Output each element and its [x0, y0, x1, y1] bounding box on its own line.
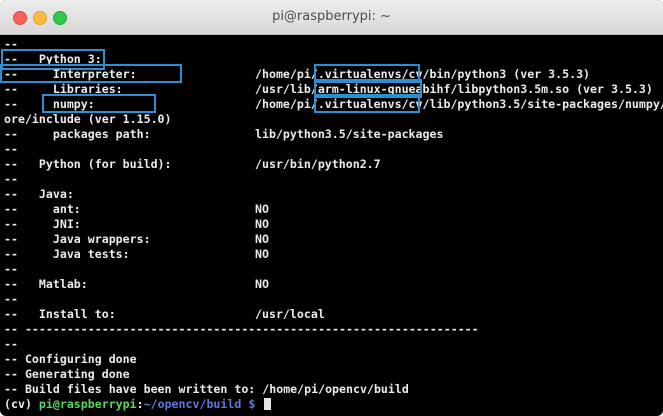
window-title: pi@raspberrypi: ~ [272, 9, 391, 24]
text-cursor [264, 398, 272, 410]
arm-linux-highlight [314, 79, 422, 98]
virtualenvs-highlight-2 [314, 94, 420, 113]
title-bar[interactable]: pi@raspberrypi: ~ [0, 0, 663, 35]
prompt-user-host: pi@raspberrypi [38, 397, 137, 411]
virtualenvs-highlight-1 [314, 64, 420, 83]
python3-highlight: -- Python 3: [1, 49, 105, 70]
numpy-highlight [42, 94, 156, 113]
prompt-path: ~/opencv/build $ [143, 397, 256, 411]
prompt-separator: : [136, 397, 144, 411]
interpreter-highlight [0, 64, 182, 83]
terminal-output[interactable]: -- -- Python 3: -- Interpreter:/home/pi/… [0, 37, 663, 415]
prompt-env: (cv) [4, 397, 39, 411]
terminal-window: pi@raspberrypi: ~ -- -- Python 3: -- Int… [0, 0, 663, 416]
